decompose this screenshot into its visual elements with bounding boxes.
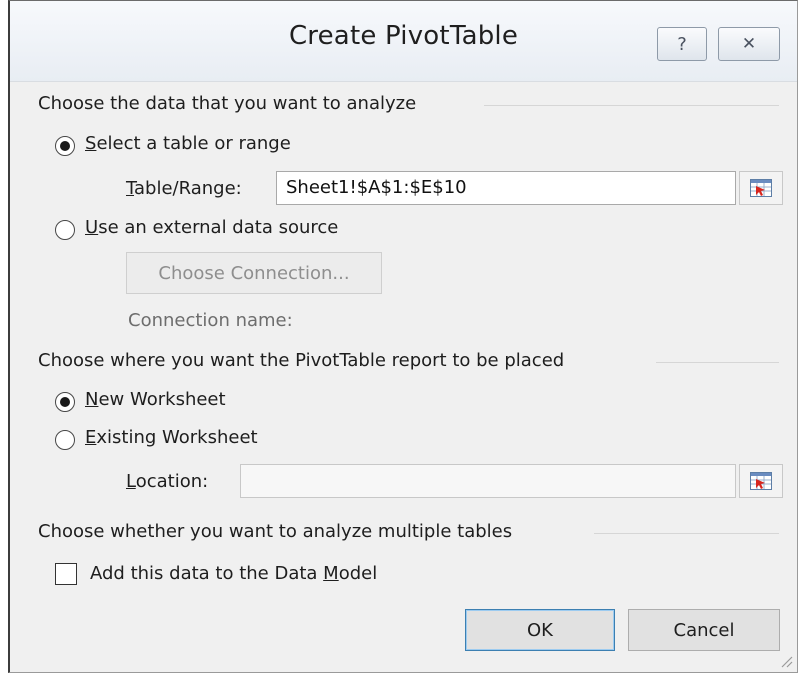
multiple-tables-section-heading: Choose whether you want to analyze multi… — [38, 521, 513, 542]
help-button[interactable]: ? — [657, 27, 707, 61]
connection-name-label: Connection name: — [128, 310, 293, 331]
location-label: Location: — [126, 471, 209, 492]
collapse-dialog-icon — [750, 179, 772, 197]
resize-grip-icon[interactable] — [779, 654, 793, 668]
placement-section-heading: Choose where you want the PivotTable rep… — [38, 350, 565, 371]
close-button[interactable]: ✕ — [718, 27, 780, 61]
external-source-label[interactable]: Use an external data source — [85, 217, 338, 238]
section-divider — [594, 533, 779, 534]
question-mark-icon: ? — [677, 33, 687, 55]
new-worksheet-radio[interactable] — [55, 392, 75, 412]
ok-button[interactable]: OK — [465, 609, 615, 651]
table-range-picker-button[interactable] — [739, 171, 783, 205]
select-table-radio[interactable] — [55, 136, 75, 156]
data-model-label[interactable]: Add this data to the Data Model — [90, 563, 377, 584]
title-bar: Create PivotTable ? ✕ — [10, 1, 797, 82]
table-range-input[interactable]: Sheet1!$A$1:$E$10 — [276, 171, 736, 205]
section-divider — [484, 105, 779, 106]
collapse-dialog-icon — [750, 472, 772, 490]
existing-worksheet-label[interactable]: Existing Worksheet — [85, 427, 258, 448]
existing-worksheet-radio[interactable] — [55, 430, 75, 450]
external-source-radio[interactable] — [55, 220, 75, 240]
cancel-button[interactable]: Cancel — [628, 609, 780, 651]
close-icon: ✕ — [741, 34, 757, 54]
select-table-label[interactable]: Select a table or range — [85, 133, 291, 154]
new-worksheet-label[interactable]: New Worksheet — [85, 389, 226, 410]
location-input[interactable] — [240, 464, 736, 498]
section-divider — [656, 362, 779, 363]
analyze-section-heading: Choose the data that you want to analyze — [38, 93, 417, 114]
table-range-label: Table/Range: — [126, 178, 242, 199]
create-pivottable-dialog: Create PivotTable ? ✕ Choose the data th… — [8, 0, 798, 673]
location-picker-button[interactable] — [739, 464, 783, 498]
data-model-checkbox[interactable] — [55, 563, 77, 585]
choose-connection-button[interactable]: Choose Connection... — [126, 252, 382, 294]
